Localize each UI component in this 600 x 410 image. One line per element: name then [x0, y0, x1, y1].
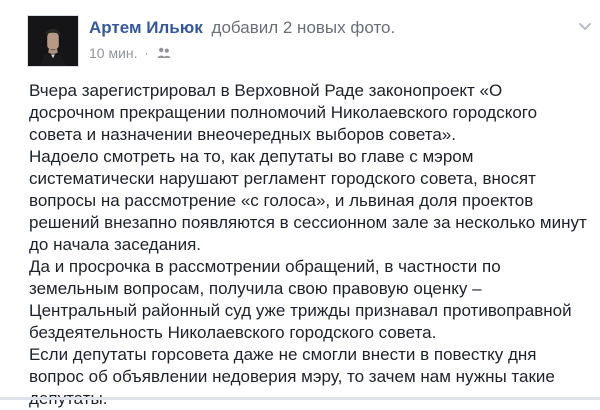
post-paragraph: Надоело смотреть на то, как депутаты во … [29, 147, 587, 254]
post-paragraph: Если депутаты горсовета даже не смогли в… [29, 345, 555, 408]
author-avatar[interactable] [27, 15, 79, 67]
meta-separator: · [144, 46, 149, 60]
chevron-down-icon[interactable] [577, 18, 593, 34]
post-body: Вчера зарегистрировал в Верховной Раде з… [29, 80, 590, 410]
post-paragraph: Да и просрочка в рассмотрении обращений,… [29, 257, 572, 342]
author-name-link[interactable]: Артем Ильюк [89, 18, 203, 37]
post-timestamp[interactable]: 10 мин. [89, 44, 138, 62]
avatar-portrait-icon [28, 16, 78, 66]
post-header: Артем Ильюк добавил 2 новых фото. [89, 18, 395, 38]
post-paragraph: Вчера зарегистрировал в Верховной Раде з… [29, 81, 538, 144]
post-action-text: добавил 2 новых фото. [211, 18, 396, 37]
post-meta: 10 мин. · [89, 44, 172, 62]
facebook-post: Артем Ильюк добавил 2 новых фото. 10 мин… [0, 0, 600, 408]
friends-icon[interactable] [156, 45, 172, 61]
